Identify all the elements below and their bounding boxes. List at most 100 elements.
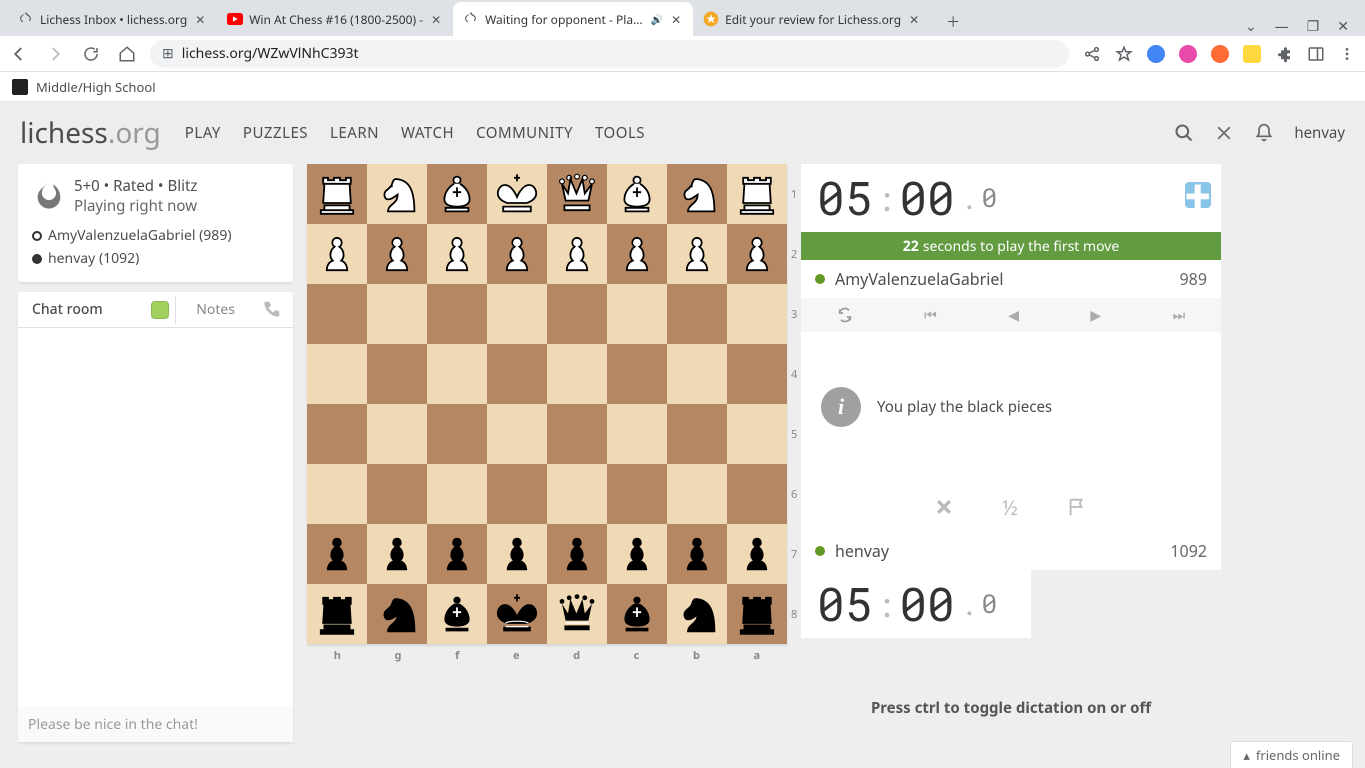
square[interactable]: [367, 224, 427, 284]
square[interactable]: [487, 404, 547, 464]
square[interactable]: [487, 524, 547, 584]
browser-tab[interactable]: Edit your review for Lichess.org ✕: [693, 2, 931, 36]
url-bar[interactable]: ⊞ lichess.org/WZwVlNhC393t: [150, 40, 1069, 68]
square[interactable]: [667, 164, 727, 224]
me-row[interactable]: henvay (1092): [32, 247, 279, 270]
extensions-icon[interactable]: [1275, 45, 1293, 63]
square[interactable]: [367, 164, 427, 224]
square[interactable]: [607, 284, 667, 344]
maximize-icon[interactable]: ❐: [1307, 17, 1320, 36]
square[interactable]: [367, 464, 427, 524]
new-tab-button[interactable]: ＋: [939, 8, 967, 36]
site-logo[interactable]: lichess.org: [20, 114, 161, 152]
menu-tools[interactable]: TOOLS: [595, 123, 645, 143]
square[interactable]: [307, 584, 367, 644]
square[interactable]: [427, 584, 487, 644]
square[interactable]: [307, 224, 367, 284]
chess-board[interactable]: [307, 164, 787, 644]
friends-online[interactable]: ▴ friends online: [1230, 741, 1353, 768]
square[interactable]: [307, 164, 367, 224]
menu-icon[interactable]: [1339, 46, 1355, 62]
square[interactable]: [367, 524, 427, 584]
browser-tab-active[interactable]: Waiting for opponent - Play A 🔊 ✕: [453, 2, 693, 36]
back-icon[interactable]: [10, 45, 28, 63]
square[interactable]: [727, 524, 787, 584]
draw-button[interactable]: ½: [1002, 494, 1017, 521]
square[interactable]: [367, 584, 427, 644]
square[interactable]: [667, 464, 727, 524]
opponent-name-bar[interactable]: AmyValenzuelaGabriel 989: [801, 260, 1221, 298]
square[interactable]: [547, 344, 607, 404]
square[interactable]: [727, 344, 787, 404]
square[interactable]: [607, 464, 667, 524]
first-move-icon[interactable]: ⏮: [924, 306, 937, 325]
square[interactable]: [487, 344, 547, 404]
close-icon[interactable]: ✕: [429, 12, 443, 26]
prev-move-icon[interactable]: ◀: [1008, 306, 1019, 325]
square[interactable]: [727, 404, 787, 464]
square[interactable]: [667, 524, 727, 584]
square[interactable]: [727, 164, 787, 224]
close-window-icon[interactable]: ✕: [1337, 17, 1349, 36]
square[interactable]: [427, 224, 487, 284]
opponent-row[interactable]: AmyValenzuelaGabriel (989): [32, 224, 279, 247]
close-icon[interactable]: ✕: [907, 12, 921, 26]
chevron-down-icon[interactable]: ⌄: [1245, 17, 1257, 36]
square[interactable]: [487, 284, 547, 344]
square[interactable]: [667, 344, 727, 404]
square[interactable]: [607, 224, 667, 284]
square[interactable]: [427, 164, 487, 224]
square[interactable]: [607, 584, 667, 644]
square[interactable]: [367, 284, 427, 344]
extension-icon[interactable]: [1147, 45, 1165, 63]
give-time-button[interactable]: +: [1185, 182, 1211, 208]
tab-notes[interactable]: Notes: [182, 292, 249, 327]
square[interactable]: [487, 164, 547, 224]
square[interactable]: [547, 584, 607, 644]
square[interactable]: [427, 404, 487, 464]
forward-icon[interactable]: [46, 45, 64, 63]
challenge-icon[interactable]: [1214, 123, 1234, 143]
menu-puzzles[interactable]: PUZZLES: [243, 123, 308, 143]
reload-icon[interactable]: [82, 45, 100, 63]
square[interactable]: [667, 284, 727, 344]
sidepanel-icon[interactable]: [1307, 45, 1325, 63]
square[interactable]: [307, 284, 367, 344]
square[interactable]: [667, 404, 727, 464]
square[interactable]: [487, 224, 547, 284]
bookmark-star-icon[interactable]: [1115, 45, 1133, 63]
browser-tab[interactable]: Lichess Inbox • lichess.org ✕: [8, 2, 217, 36]
my-name-bar[interactable]: henvay 1092: [801, 532, 1221, 570]
square[interactable]: [727, 284, 787, 344]
square[interactable]: [667, 224, 727, 284]
square[interactable]: [427, 464, 487, 524]
square[interactable]: [727, 224, 787, 284]
square[interactable]: [607, 404, 667, 464]
voice-icon[interactable]: [261, 300, 281, 320]
menu-learn[interactable]: LEARN: [330, 123, 379, 143]
resign-button[interactable]: [1066, 496, 1088, 518]
square[interactable]: [607, 524, 667, 584]
home-icon[interactable]: [118, 45, 136, 63]
share-icon[interactable]: [1083, 45, 1101, 63]
chat-toggle[interactable]: [151, 301, 169, 319]
abort-button[interactable]: [934, 497, 954, 517]
close-icon[interactable]: ✕: [193, 12, 207, 26]
square[interactable]: [727, 584, 787, 644]
menu-play[interactable]: PLAY: [185, 123, 221, 143]
square[interactable]: [547, 224, 607, 284]
flip-icon[interactable]: [837, 307, 853, 323]
tab-chatroom[interactable]: Chat room: [18, 292, 117, 327]
square[interactable]: [727, 464, 787, 524]
search-icon[interactable]: [1174, 123, 1194, 143]
square[interactable]: [667, 584, 727, 644]
bell-icon[interactable]: [1254, 123, 1274, 143]
square[interactable]: [427, 284, 487, 344]
square[interactable]: [487, 584, 547, 644]
square[interactable]: [427, 344, 487, 404]
square[interactable]: [307, 344, 367, 404]
chat-input[interactable]: Please be nice in the chat!: [18, 706, 293, 742]
square[interactable]: [367, 344, 427, 404]
square[interactable]: [607, 164, 667, 224]
bookmark-item[interactable]: Middle/High School: [36, 78, 156, 96]
